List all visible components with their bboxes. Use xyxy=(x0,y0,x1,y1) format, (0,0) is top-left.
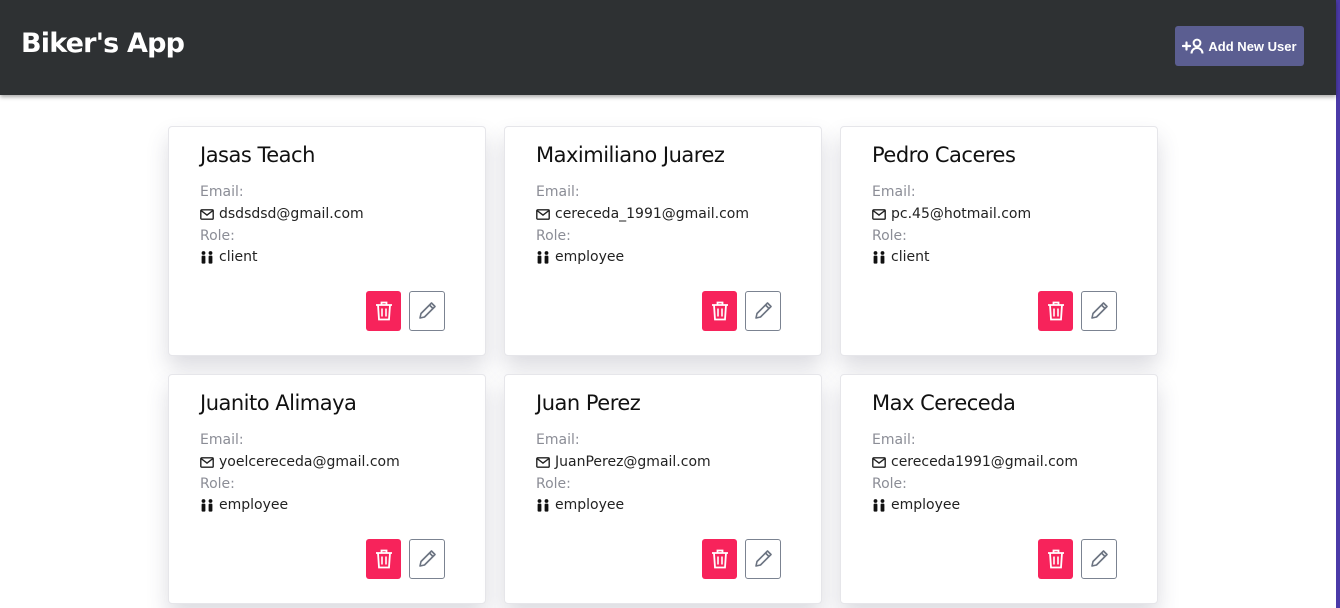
email-label: Email: xyxy=(536,432,580,448)
trash-icon xyxy=(1047,549,1064,569)
user-card: Maximiliano Juarez Email: cereceda_1991@… xyxy=(504,126,822,356)
edit-user-button[interactable] xyxy=(409,539,445,579)
window-edge-accent xyxy=(1336,0,1340,608)
user-role-text: employee xyxy=(219,497,289,513)
pencil-icon xyxy=(419,302,436,319)
user-email: pc.45@hotmail.com xyxy=(872,206,1031,222)
envelope-icon xyxy=(536,456,550,468)
pencil-icon xyxy=(1091,550,1108,567)
envelope-icon xyxy=(200,208,214,220)
user-name: Juanito Alimaya xyxy=(200,391,357,415)
top-navbar: Biker's App Add New User xyxy=(0,0,1336,95)
delete-user-button[interactable] xyxy=(366,539,401,579)
people-icon xyxy=(872,250,886,264)
user-name: Juan Perez xyxy=(536,391,641,415)
add-new-user-label: Add New User xyxy=(1208,38,1297,54)
add-new-user-button[interactable]: Add New User xyxy=(1175,26,1304,66)
email-label: Email: xyxy=(200,184,244,200)
trash-icon xyxy=(375,301,392,321)
pencil-icon xyxy=(419,550,436,567)
role-label: Role: xyxy=(872,228,907,244)
role-label: Role: xyxy=(536,476,571,492)
trash-icon xyxy=(375,549,392,569)
user-email-text: yoelcereceda@gmail.com xyxy=(219,454,400,470)
people-icon xyxy=(536,498,550,512)
envelope-icon xyxy=(872,456,886,468)
user-email: cereceda_1991@gmail.com xyxy=(536,206,749,222)
pencil-icon xyxy=(755,550,772,567)
pencil-icon xyxy=(755,302,772,319)
people-icon xyxy=(536,250,550,264)
email-label: Email: xyxy=(536,184,580,200)
user-role: employee xyxy=(536,249,624,265)
user-email: cereceda1991@gmail.com xyxy=(872,454,1078,470)
people-icon xyxy=(200,498,214,512)
email-label: Email: xyxy=(872,184,916,200)
role-label: Role: xyxy=(872,476,907,492)
user-card: Juanito Alimaya Email: yoelcereceda@gmai… xyxy=(168,374,486,604)
edit-user-button[interactable] xyxy=(745,291,781,331)
envelope-icon xyxy=(536,208,550,220)
user-name: Max Cereceda xyxy=(872,391,1016,415)
trash-icon xyxy=(711,549,728,569)
user-card: Juan Perez Email: JuanPerez@gmail.com Ro… xyxy=(504,374,822,604)
delete-user-button[interactable] xyxy=(1038,539,1073,579)
user-role: employee xyxy=(536,497,624,513)
trash-icon xyxy=(711,301,728,321)
edit-user-button[interactable] xyxy=(745,539,781,579)
app-title: Biker's App xyxy=(21,28,185,59)
user-card: Pedro Caceres Email: pc.45@hotmail.com R… xyxy=(840,126,1158,356)
email-label: Email: xyxy=(200,432,244,448)
delete-user-button[interactable] xyxy=(1038,291,1073,331)
pencil-icon xyxy=(1091,302,1108,319)
user-role: client xyxy=(872,249,929,265)
user-email: dsdsdsd@gmail.com xyxy=(200,206,364,222)
user-role-text: employee xyxy=(555,497,625,513)
trash-icon xyxy=(1047,301,1064,321)
edit-user-button[interactable] xyxy=(1081,539,1117,579)
user-name: Pedro Caceres xyxy=(872,143,1016,167)
user-email-text: JuanPerez@gmail.com xyxy=(555,454,711,470)
user-email-text: pc.45@hotmail.com xyxy=(891,206,1032,222)
user-email: yoelcereceda@gmail.com xyxy=(200,454,400,470)
envelope-icon xyxy=(200,456,214,468)
user-role-text: client xyxy=(891,249,930,265)
user-role: employee xyxy=(872,497,960,513)
user-email-text: dsdsdsd@gmail.com xyxy=(219,206,364,222)
user-role-text: employee xyxy=(891,497,961,513)
edit-user-button[interactable] xyxy=(409,291,445,331)
email-label: Email: xyxy=(872,432,916,448)
delete-user-button[interactable] xyxy=(702,539,737,579)
user-role: employee xyxy=(200,497,288,513)
people-icon xyxy=(200,250,214,264)
user-email-text: cereceda_1991@gmail.com xyxy=(555,206,750,222)
user-role-text: client xyxy=(219,249,258,265)
people-icon xyxy=(872,498,886,512)
add-user-icon xyxy=(1182,38,1204,54)
envelope-icon xyxy=(872,208,886,220)
role-label: Role: xyxy=(200,228,235,244)
user-name: Maximiliano Juarez xyxy=(536,143,725,167)
user-card: Max Cereceda Email: cereceda1991@gmail.c… xyxy=(840,374,1158,604)
user-email: JuanPerez@gmail.com xyxy=(536,454,711,470)
user-name: Jasas Teach xyxy=(200,143,315,167)
user-role-text: employee xyxy=(555,249,625,265)
user-role: client xyxy=(200,249,257,265)
role-label: Role: xyxy=(200,476,235,492)
delete-user-button[interactable] xyxy=(702,291,737,331)
user-email-text: cereceda1991@gmail.com xyxy=(891,454,1079,470)
delete-user-button[interactable] xyxy=(366,291,401,331)
user-card: Jasas Teach Email: dsdsdsd@gmail.com Rol… xyxy=(168,126,486,356)
role-label: Role: xyxy=(536,228,571,244)
edit-user-button[interactable] xyxy=(1081,291,1117,331)
